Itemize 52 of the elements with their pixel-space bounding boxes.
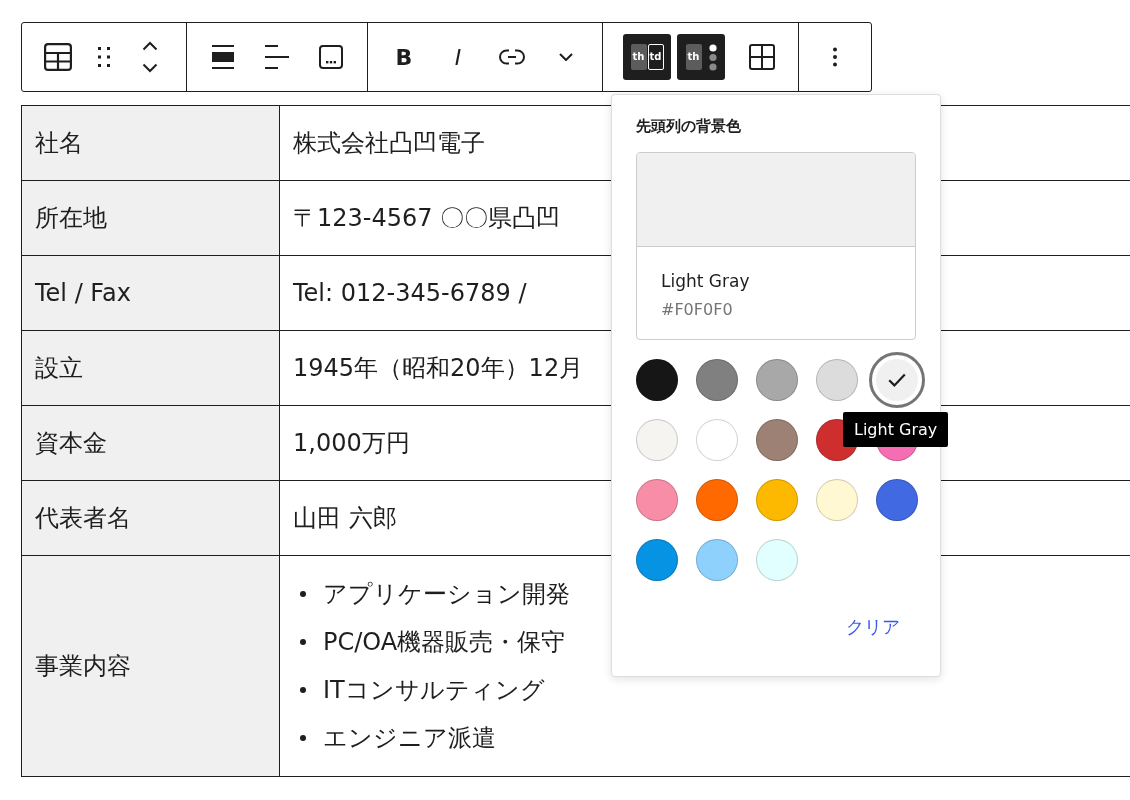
color-swatch[interactable] — [696, 539, 738, 581]
caption-icon — [319, 45, 343, 69]
color-swatch[interactable] — [816, 359, 858, 401]
list-item-text: PC/OA機器販売・保守 — [323, 627, 566, 658]
color-swatch[interactable] — [756, 539, 798, 581]
color-swatch[interactable] — [636, 359, 678, 401]
header-cell: 事業内容 — [21, 555, 280, 777]
color-swatch[interactable] — [696, 359, 738, 401]
clear-link[interactable]: クリア — [838, 611, 908, 643]
color-swatch[interactable] — [696, 479, 738, 521]
tooltip: Light Gray — [843, 412, 949, 447]
color-swatch[interactable] — [696, 419, 738, 461]
header-cell: Tel / Fax — [21, 255, 280, 331]
color-swatch[interactable] — [816, 479, 858, 521]
list-item-text: エンジニア派遣 — [323, 723, 496, 754]
header-cell: 設立 — [21, 330, 280, 406]
color-swatch[interactable] — [756, 479, 798, 521]
color-swatch[interactable] — [636, 419, 678, 461]
table-icon — [44, 43, 72, 71]
more-icon — [833, 47, 837, 67]
color-swatch[interactable] — [636, 479, 678, 521]
color-swatch[interactable] — [756, 419, 798, 461]
header-section-button[interactable]: th td — [623, 34, 671, 80]
color-swatch[interactable] — [756, 359, 798, 401]
drag-handle-icon — [98, 47, 110, 67]
bullet-icon — [300, 639, 306, 645]
first-column-header-button[interactable]: th — [677, 34, 725, 80]
bullet-icon — [300, 687, 306, 693]
bold-button[interactable]: B — [380, 34, 428, 80]
color-swatch[interactable] — [636, 539, 678, 581]
grid-icon — [749, 44, 775, 70]
up-down-chevron-icon — [142, 41, 158, 73]
header-cell: 代表者名 — [21, 480, 280, 556]
wide-width-icon — [212, 45, 234, 69]
popover-title: 先頭列の背景色 — [636, 116, 742, 136]
list-item-text: ITコンサルティング — [323, 675, 545, 706]
color-swatch[interactable] — [876, 479, 918, 521]
dot-column-icon — [708, 43, 717, 71]
link-icon — [499, 49, 525, 65]
header-cell: 社名 — [21, 105, 280, 181]
align-left-icon — [265, 45, 289, 69]
chevron-down-icon — [559, 53, 573, 61]
header-cell: 資本金 — [21, 405, 280, 481]
list-item-text: アプリケーション開発 — [323, 579, 570, 610]
bullet-icon — [300, 591, 306, 597]
bullet-icon — [300, 735, 306, 741]
italic-button[interactable]: I — [434, 34, 482, 80]
color-name: Light Gray — [661, 270, 751, 293]
header-cell: 所在地 — [21, 180, 280, 256]
color-hex: #F0F0F0 — [661, 299, 734, 321]
color-swatch[interactable] — [869, 352, 925, 408]
check-icon — [888, 373, 906, 387]
